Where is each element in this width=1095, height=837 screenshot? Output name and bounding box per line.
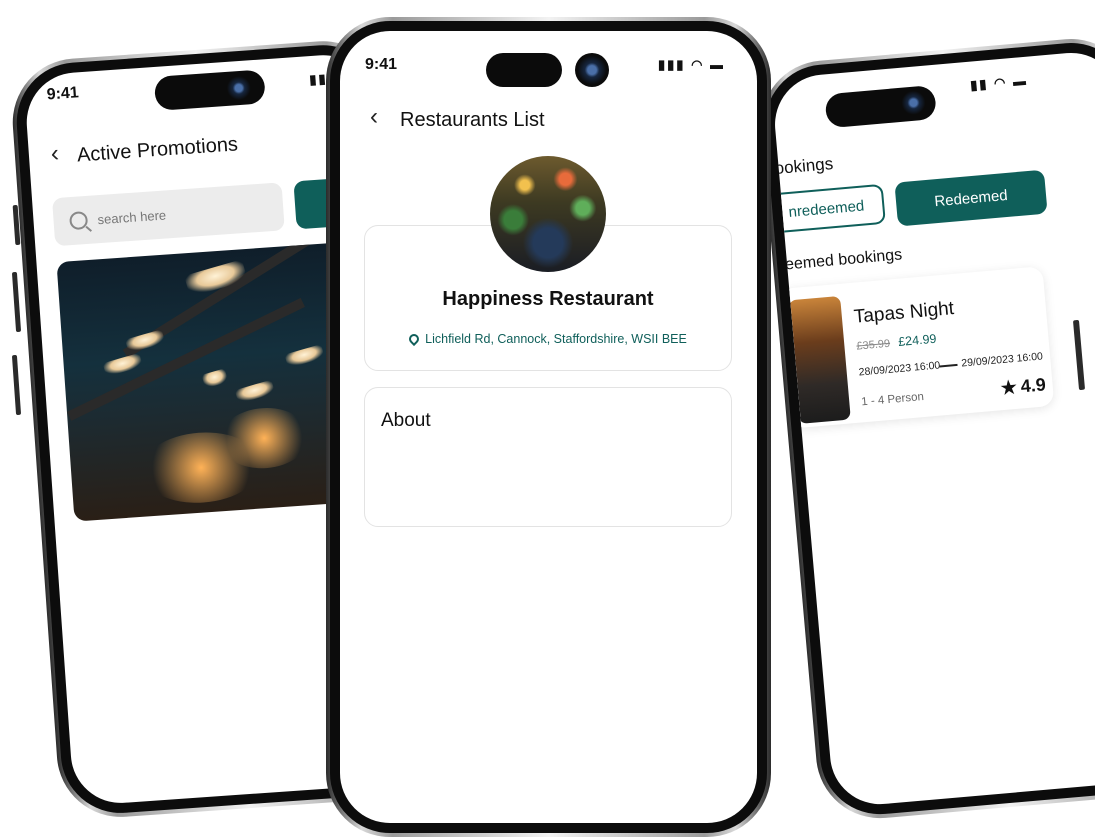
promotion-image[interactable] [56, 241, 364, 522]
rating-value: 4.9 [1019, 374, 1047, 397]
restaurant-name: Happiness Restaurant [442, 288, 654, 310]
lamp [124, 329, 166, 354]
right-phone-screen: ▮▮ ◠ ▬ ookings nredeemed Redeemed eemed … [770, 48, 1095, 809]
dynamic-island [486, 53, 562, 87]
center-phone: 9:41 ▮▮▮ ◠ ▬ ‹ Restaurants List Happines… [326, 17, 771, 837]
tab-unredeemed[interactable]: nredeemed [770, 183, 886, 234]
side-button [11, 271, 22, 333]
page-title: Restaurants List [400, 109, 545, 131]
center-phone-bezel: 9:41 ▮▮▮ ◠ ▬ ‹ Restaurants List Happines… [330, 21, 767, 833]
about-title: About [381, 410, 431, 431]
page-title: ookings [773, 154, 834, 179]
rating: ★ 4.9 [1000, 374, 1047, 399]
status-time: 9:41 [46, 84, 80, 104]
restaurant-avatar [490, 156, 606, 272]
status-time: 9:41 [365, 56, 398, 73]
lamp [102, 352, 143, 377]
center-phone-screen: 9:41 ▮▮▮ ◠ ▬ ‹ Restaurants List Happines… [340, 31, 757, 823]
person-count: 1 - 4 Person [860, 390, 925, 409]
search-placeholder: search here [97, 206, 167, 227]
lamp [201, 368, 229, 389]
start-date: 28/09/2023 16:00 [858, 359, 941, 379]
booking-image [788, 295, 851, 424]
address-text: Lichfield Rd, Cannock, Staffordshire, WS… [425, 332, 687, 346]
right-phone-bezel: ▮▮ ◠ ▬ ookings nredeemed Redeemed eemed … [760, 37, 1095, 820]
section-title: eemed bookings [784, 246, 903, 274]
old-price: £35.99 [856, 337, 891, 353]
page-title: Active Promotions [76, 133, 239, 167]
status-icons: ▮▮▮ ◠ ▬ [658, 57, 726, 72]
search-input[interactable]: search here [52, 182, 285, 247]
camera-lens [575, 53, 609, 87]
back-icon[interactable]: ‹ [50, 140, 60, 168]
tab-redeemed[interactable]: Redeemed [894, 169, 1048, 227]
restaurant-address: Lichfield Rd, Cannock, Staffordshire, WS… [365, 331, 731, 347]
location-pin-icon [407, 331, 422, 347]
date-separator [939, 363, 958, 368]
end-date: 29/09/2023 16:00 [960, 350, 1044, 370]
booking-title: Tapas Night [853, 298, 955, 328]
status-icons: ▮▮ ◠ ▬ [969, 72, 1029, 93]
about-card: About [364, 387, 732, 527]
star-icon: ★ [999, 376, 1018, 399]
lamp [284, 344, 325, 369]
new-price: £24.99 [897, 331, 937, 349]
lamp [234, 379, 276, 404]
booking-card[interactable]: Tapas Night £35.99 £24.99 28/09/2023 16:… [779, 266, 1055, 429]
right-phone: ▮▮ ◠ ▬ ookings nredeemed Redeemed eemed … [755, 33, 1095, 824]
search-icon [69, 210, 89, 231]
side-button [11, 354, 22, 416]
back-icon[interactable]: ‹ [370, 103, 378, 131]
